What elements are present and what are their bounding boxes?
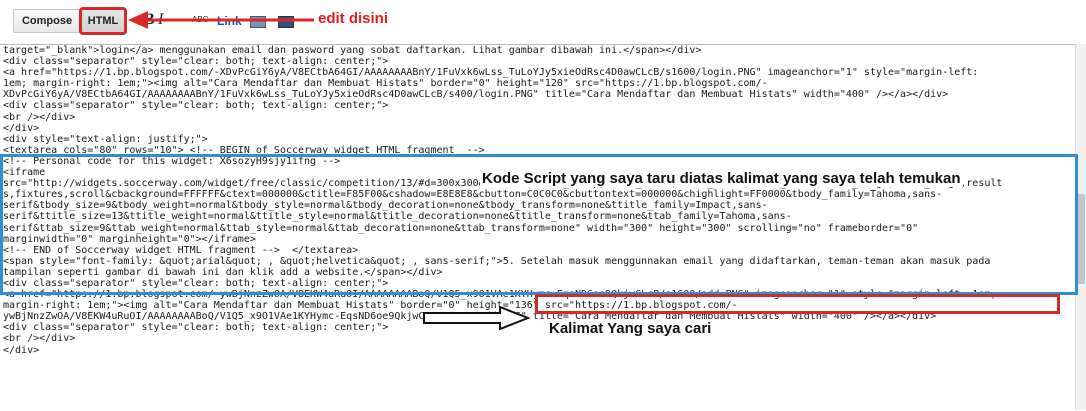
editor-toolbar: Compose HTML B I ABC Link edit disini — [0, 0, 1086, 44]
code-line: <a href="https://1.bp.blogspot.com/-XDvP… — [3, 67, 979, 79]
code-line: <div class="separator" style="clear: bot… — [3, 56, 389, 68]
code-line: 1em; margin-right: 1em;"><img alt="Cara … — [3, 78, 768, 90]
edit-here-annotation: edit disini — [318, 10, 389, 27]
sentence-annotation: Kalimat Yang saya cari — [547, 320, 714, 337]
compose-button[interactable]: Compose — [13, 9, 81, 33]
code-line: </div> — [3, 344, 40, 356]
code-line: <br /></div> — [3, 111, 76, 123]
sentence-highlight-box — [535, 294, 1060, 314]
arrow-left-icon — [128, 11, 314, 29]
code-line: XDvPcGiY6yA/V8ECtbA64GI/AAAAAAAABnY/1FuV… — [3, 89, 949, 101]
html-button[interactable]: HTML — [79, 7, 127, 35]
code-line: <div class="separator" style="clear: bot… — [3, 100, 389, 112]
code-line: </div> — [3, 122, 40, 134]
arrow-right-icon — [423, 306, 531, 330]
script-annotation: Kode Script yang saya taru diatas kalima… — [480, 170, 963, 187]
code-line: <div style="text-align: justify;"> — [3, 133, 208, 145]
scrollbar-thumb[interactable] — [1077, 194, 1085, 284]
code-line: target="_blank">login</a> menggunakan em… — [3, 45, 702, 56]
code-line: <br /></div> — [3, 333, 76, 345]
